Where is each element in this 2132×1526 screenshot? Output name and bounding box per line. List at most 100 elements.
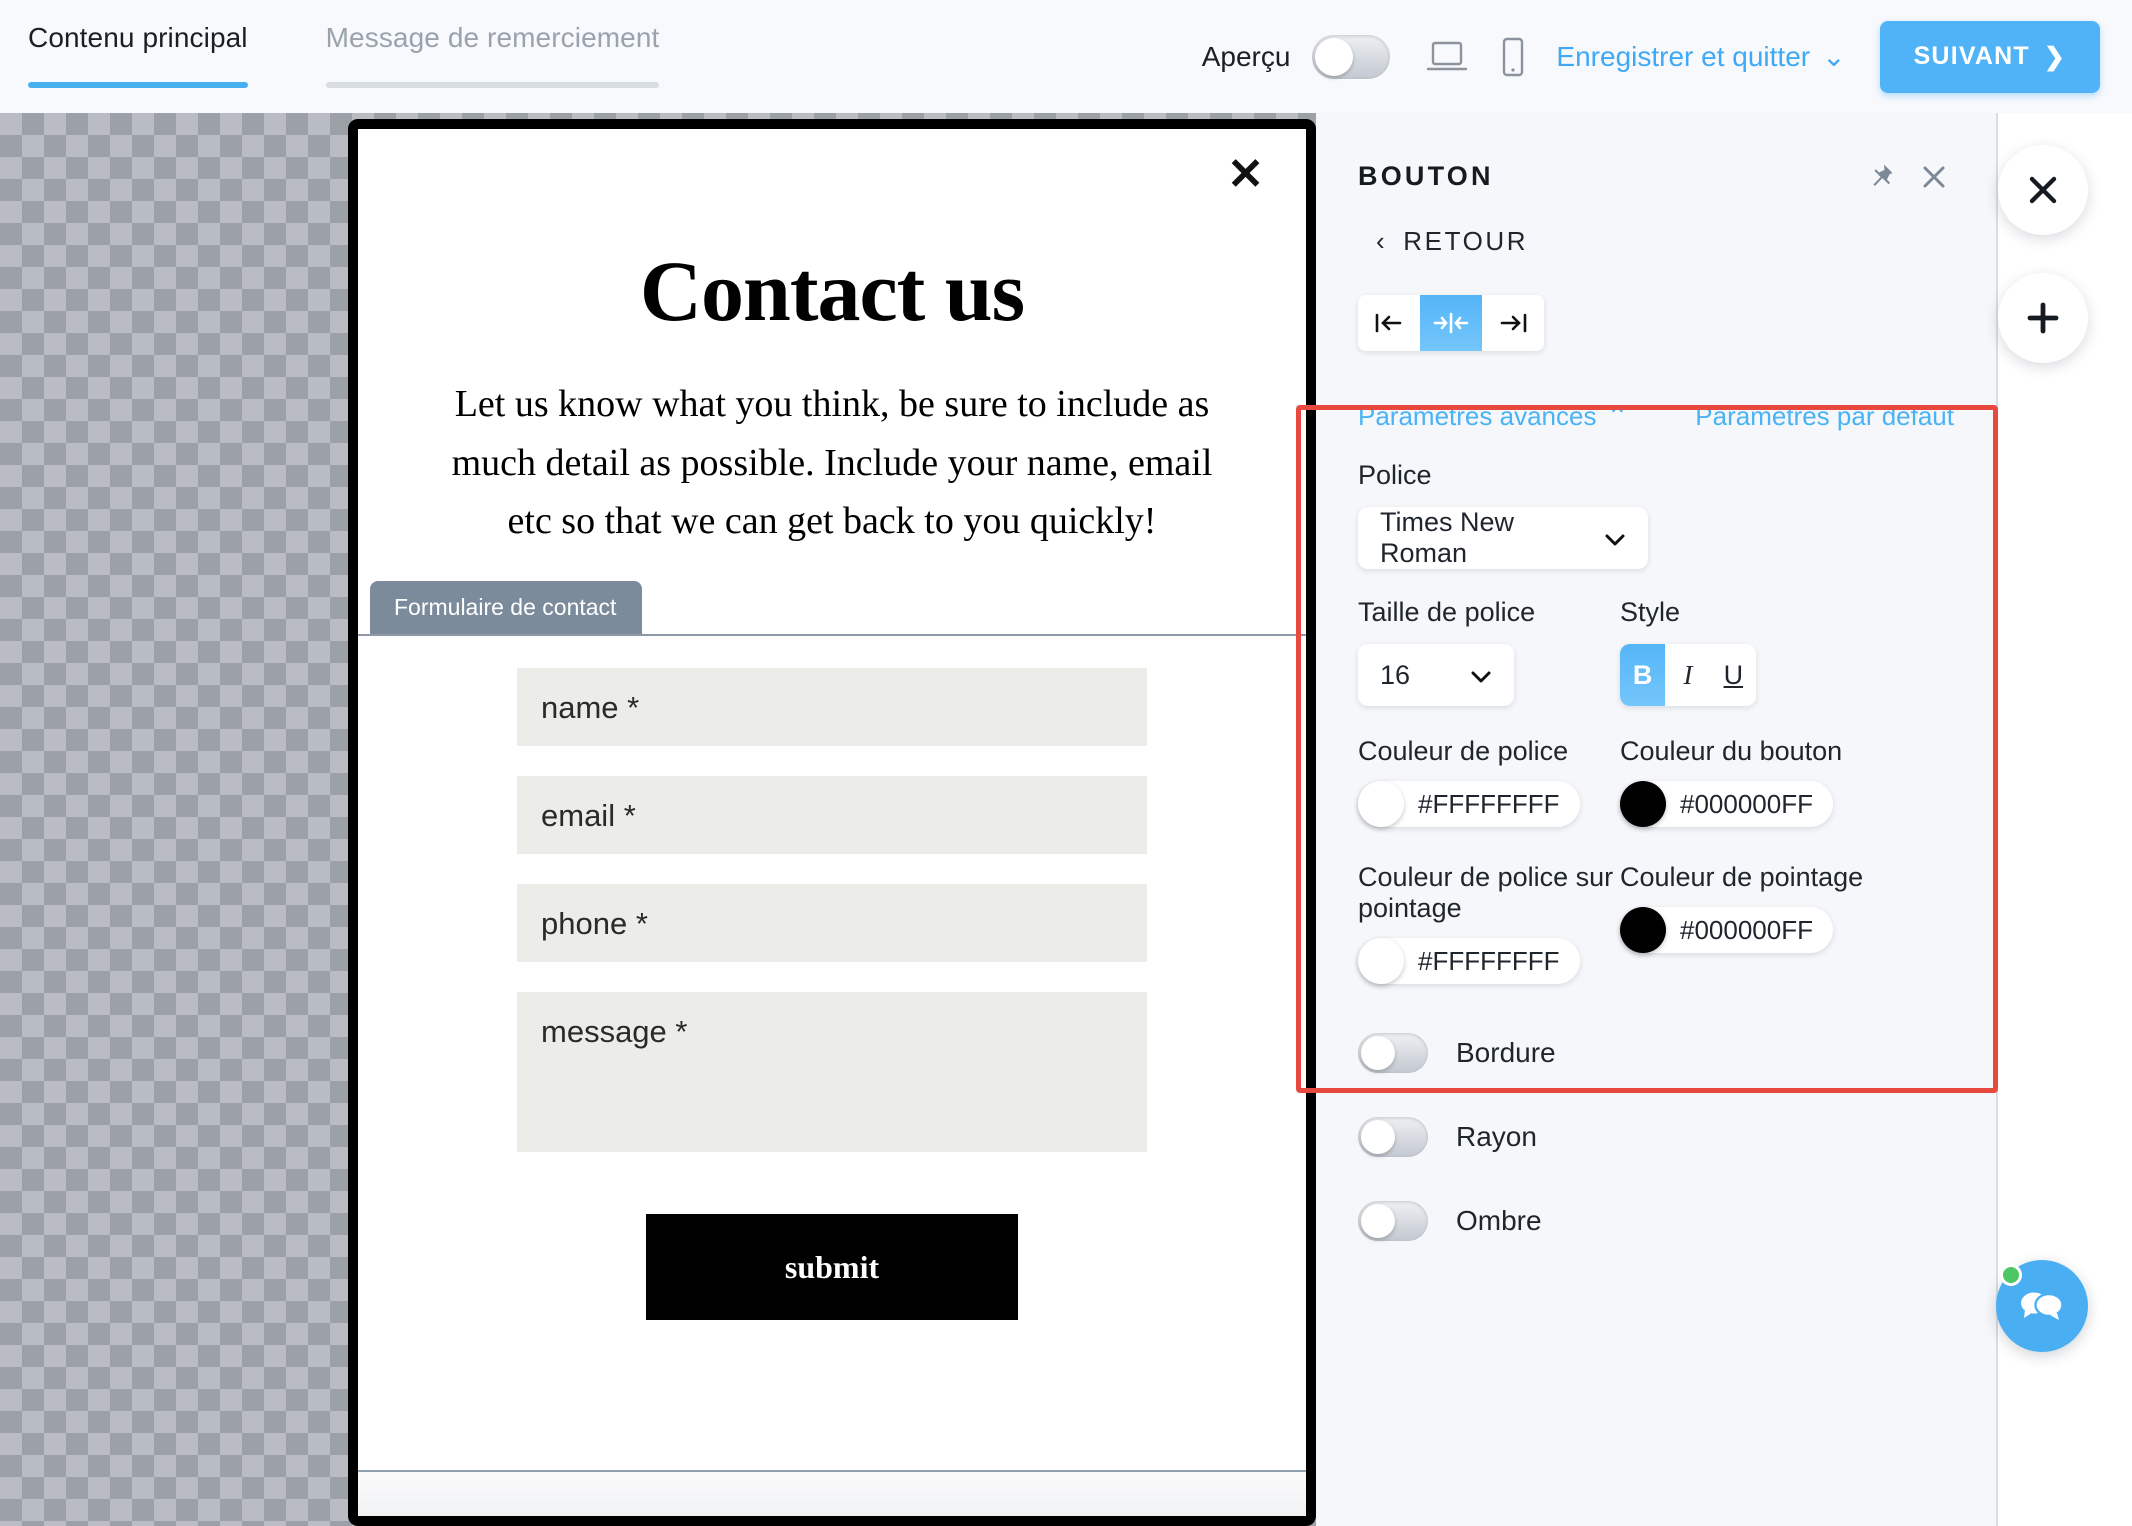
font-size-group: Taille de police 16 — [1358, 569, 1616, 706]
settings-links-row: Paramètres avancés ⌃ Paramètres par défa… — [1358, 401, 1954, 432]
popup-preview: ✕ Contact us Let us know what you think,… — [348, 119, 1316, 1526]
top-bar: Contenu principal Message de remerciemen… — [0, 0, 2132, 113]
back-button-label: RETOUR — [1403, 226, 1529, 256]
chevron-right-icon: ❯ — [2043, 42, 2066, 71]
radius-toggle[interactable] — [1358, 1117, 1428, 1157]
text-style-group: Style B I U — [1620, 569, 1882, 706]
font-color-chip[interactable]: #FFFFFFFF — [1358, 781, 1580, 827]
popup-close-icon[interactable]: ✕ — [1227, 153, 1264, 197]
chevron-down-icon: ⌄ — [1822, 41, 1846, 72]
hover-color-swatch — [1620, 907, 1666, 953]
border-toggle-label: Bordure — [1456, 1037, 1556, 1068]
button-color-swatch — [1620, 781, 1666, 827]
popup-title: Contact us — [639, 243, 1025, 339]
hover-font-color-label: Couleur de police sur pointage — [1358, 862, 1614, 923]
button-color-label: Couleur du bouton — [1620, 736, 1843, 766]
radius-toggle-row: Rayon — [1358, 1117, 1954, 1157]
font-select-value: Times New Roman — [1380, 507, 1515, 568]
save-and-exit-label: Enregistrer et quitter — [1556, 40, 1811, 72]
size-and-style-row: Taille de police 16 Style B I U — [1358, 569, 1954, 706]
radius-toggle-knob — [1361, 1120, 1395, 1154]
panel-close-icon[interactable] — [1920, 163, 1948, 191]
popup-body: ✕ Contact us Let us know what you think,… — [358, 129, 1306, 1516]
tab-inactive-indicator — [325, 82, 660, 88]
preview-label: Aperçu — [1201, 40, 1291, 72]
panel-header-actions — [1868, 163, 1948, 191]
underline-button[interactable]: U — [1710, 644, 1756, 706]
hover-font-color-value: #FFFFFFFF — [1418, 945, 1560, 976]
tab-contenu-principal[interactable]: Contenu principal — [28, 14, 248, 88]
phone-field[interactable]: phone * — [517, 884, 1147, 962]
popup-description: Let us know what you think, be sure to i… — [451, 383, 1213, 543]
italic-button[interactable]: I — [1665, 644, 1711, 706]
advanced-settings-toggle[interactable]: Paramètres avancés ⌃ — [1358, 401, 1628, 432]
editor-canvas: ✕ Contact us Let us know what you think,… — [0, 113, 1316, 1526]
advanced-settings-section: Paramètres avancés ⌃ Paramètres par défa… — [1316, 401, 1996, 1241]
chat-status-indicator — [2000, 1264, 2022, 1286]
chevron-left-icon: ‹ — [1376, 226, 1388, 256]
preview-toggle-knob — [1315, 37, 1354, 76]
close-editor-button[interactable] — [1998, 145, 2088, 235]
radius-toggle-label: Rayon — [1456, 1121, 1537, 1152]
tab-active-indicator — [28, 82, 248, 88]
chat-widget-button[interactable] — [1996, 1260, 2088, 1352]
border-toggle-row: Bordure — [1358, 1033, 1954, 1073]
default-settings-label: Paramètres par défaut — [1695, 401, 1954, 431]
color-row-hover: Couleur de police sur pointage #FFFFFFFF… — [1358, 862, 1954, 989]
panel-title: BOUTON — [1358, 161, 1494, 191]
preview-toggle[interactable] — [1312, 34, 1391, 79]
bold-button[interactable]: B — [1620, 644, 1666, 706]
font-label: Police — [1358, 460, 1432, 490]
shadow-toggle-knob — [1361, 1204, 1395, 1238]
laptop-icon[interactable] — [1424, 34, 1470, 80]
email-field[interactable]: email * — [517, 776, 1147, 854]
add-element-button[interactable] — [1998, 273, 2088, 363]
name-field[interactable]: name * — [517, 668, 1147, 746]
advanced-settings-label: Paramètres avancés — [1358, 401, 1597, 431]
pin-icon[interactable] — [1868, 163, 1894, 191]
hover-font-color-chip[interactable]: #FFFFFFFF — [1358, 938, 1580, 984]
chevron-down-icon — [1604, 523, 1626, 554]
font-select[interactable]: Times New Roman — [1358, 507, 1648, 569]
hover-font-color-swatch — [1358, 938, 1404, 984]
hover-color-label: Couleur de pointage — [1620, 862, 1864, 892]
form-block-tag[interactable]: Formulaire de contact — [370, 581, 643, 634]
properties-panel: BOUTON ‹ RETOUR Paramètres avancés ⌃ Par… — [1316, 113, 1996, 1526]
tab-label: Contenu principal — [28, 22, 248, 53]
chevron-down-icon — [1470, 660, 1492, 691]
alignment-button-group — [1358, 295, 1544, 351]
align-left-button[interactable] — [1358, 295, 1420, 351]
align-center-button[interactable] — [1420, 295, 1482, 351]
button-color-value: #000000FF — [1680, 788, 1813, 819]
border-toggle[interactable] — [1358, 1033, 1428, 1073]
back-button[interactable]: ‹ RETOUR — [1316, 192, 1996, 257]
default-settings-button[interactable]: Paramètres par défaut — [1695, 401, 1954, 432]
hover-font-color-group: Couleur de police sur pointage #FFFFFFFF — [1358, 862, 1616, 989]
align-right-button[interactable] — [1482, 295, 1544, 351]
save-and-exit-button[interactable]: Enregistrer et quitter ⌄ — [1556, 40, 1845, 73]
hover-color-chip[interactable]: #000000FF — [1620, 907, 1833, 953]
button-color-group: Couleur du bouton #000000FF — [1620, 736, 1882, 832]
color-row-primary: Couleur de police #FFFFFFFF Couleur du b… — [1358, 736, 1954, 832]
font-size-select[interactable]: 16 — [1358, 644, 1514, 706]
top-bar-actions: Aperçu Enregistrer et quitter ⌄ SUIVANT … — [1202, 0, 2132, 113]
font-size-label: Taille de police — [1358, 597, 1536, 627]
message-field[interactable]: message * — [517, 992, 1147, 1152]
shadow-toggle[interactable] — [1358, 1201, 1428, 1241]
font-color-swatch — [1358, 781, 1404, 827]
style-label: Style — [1620, 597, 1681, 627]
contact-form: name * email * phone * message * submit — [358, 636, 1306, 1320]
submit-button[interactable]: submit — [646, 1214, 1018, 1320]
mobile-icon[interactable] — [1490, 34, 1536, 80]
tab-message-de-remerciement[interactable]: Message de remerciement — [325, 14, 660, 88]
button-color-chip[interactable]: #000000FF — [1620, 781, 1833, 827]
border-toggle-knob — [1361, 1036, 1395, 1070]
next-button-label: SUIVANT — [1913, 42, 2030, 70]
shadow-toggle-row: Ombre — [1358, 1201, 1954, 1241]
chat-bubbles-icon — [2021, 1292, 2064, 1320]
shadow-toggle-label: Ombre — [1456, 1205, 1542, 1236]
next-button[interactable]: SUIVANT ❯ — [1879, 20, 2100, 93]
font-size-value: 16 — [1380, 659, 1411, 690]
chevron-up-icon: ⌃ — [1606, 401, 1629, 431]
tab-bar: Contenu principal Message de remerciemen… — [0, 0, 737, 88]
